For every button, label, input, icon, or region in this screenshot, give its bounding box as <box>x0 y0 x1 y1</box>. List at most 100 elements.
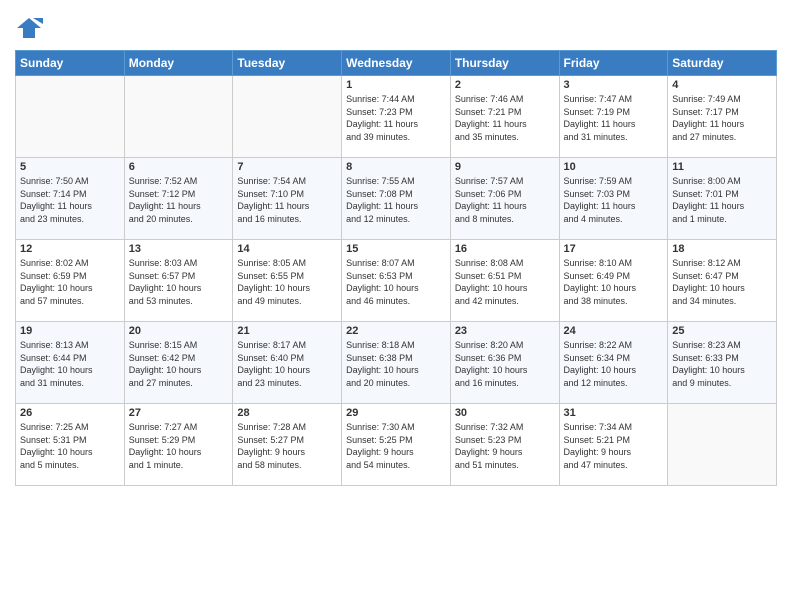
day-info: Sunrise: 8:15 AM Sunset: 6:42 PM Dayligh… <box>129 339 229 389</box>
day-info: Sunrise: 8:02 AM Sunset: 6:59 PM Dayligh… <box>20 257 120 307</box>
calendar-cell: 7 Sunrise: 7:54 AM Sunset: 7:10 PM Daylig… <box>233 158 342 240</box>
day-number: 20 <box>129 325 229 337</box>
col-monday: Monday <box>124 51 233 76</box>
day-info: Sunrise: 8:17 AM Sunset: 6:40 PM Dayligh… <box>237 339 337 389</box>
calendar-cell <box>233 76 342 158</box>
day-info: Sunrise: 8:22 AM Sunset: 6:34 PM Dayligh… <box>564 339 664 389</box>
day-number: 1 <box>346 79 446 91</box>
calendar-cell: 29Sunrise: 7:30 AM Sunset: 5:25 PM Dayli… <box>342 404 451 486</box>
calendar-cell: 15Sunrise: 8:07 AM Sunset: 6:53 PM Dayli… <box>342 240 451 322</box>
day-number: 17 <box>564 243 664 255</box>
calendar-cell: 2Sunrise: 7:46 AM Sunset: 7:21 PM Daylig… <box>450 76 559 158</box>
day-number: 9 <box>455 161 555 173</box>
col-friday: Friday <box>559 51 668 76</box>
day-info: Sunrise: 8:05 AM Sunset: 6:55 PM Dayligh… <box>237 257 337 307</box>
calendar-week-row: 12 Sunrise: 8:02 AM Sunset: 6:59 PM Dayli… <box>16 240 777 322</box>
calendar-cell: 18 Sunrise: 8:12 AM Sunset: 6:47 PM Dayli… <box>668 240 777 322</box>
day-number: 25 <box>672 325 772 337</box>
col-thursday: Thursday <box>450 51 559 76</box>
logo-icon <box>15 14 43 42</box>
day-number: 27 <box>129 407 229 419</box>
calendar-cell: 14Sunrise: 8:05 AM Sunset: 6:55 PM Dayli… <box>233 240 342 322</box>
calendar-cell: 10Sunrise: 7:59 AM Sunset: 7:03 PM Dayli… <box>559 158 668 240</box>
day-info: Sunrise: 7:44 AM Sunset: 7:23 PM Dayligh… <box>346 93 446 143</box>
calendar-header-row: Sunday Monday Tuesday Wednesday Thursday… <box>16 51 777 76</box>
calendar-cell: 20 Sunrise: 8:15 AM Sunset: 6:42 PM Dayli… <box>124 322 233 404</box>
day-number: 15 <box>346 243 446 255</box>
day-info: Sunrise: 8:10 AM Sunset: 6:49 PM Dayligh… <box>564 257 664 307</box>
day-info: Sunrise: 7:57 AM Sunset: 7:06 PM Dayligh… <box>455 175 555 225</box>
calendar-cell: 31 Sunrise: 7:34 AM Sunset: 5:21 PM Dayli… <box>559 404 668 486</box>
day-number: 4 <box>672 79 772 91</box>
calendar-cell <box>668 404 777 486</box>
day-number: 5 <box>20 161 120 173</box>
day-info: Sunrise: 7:28 AM Sunset: 5:27 PM Dayligh… <box>237 421 337 471</box>
calendar-cell: 8Sunrise: 7:55 AM Sunset: 7:08 PM Daylig… <box>342 158 451 240</box>
calendar-cell: 1 Sunrise: 7:44 AM Sunset: 7:23 PM Daylig… <box>342 76 451 158</box>
day-number: 24 <box>564 325 664 337</box>
day-info: Sunrise: 7:50 AM Sunset: 7:14 PM Dayligh… <box>20 175 120 225</box>
day-info: Sunrise: 8:12 AM Sunset: 6:47 PM Dayligh… <box>672 257 772 307</box>
day-info: Sunrise: 8:00 AM Sunset: 7:01 PM Dayligh… <box>672 175 772 225</box>
day-info: Sunrise: 7:25 AM Sunset: 5:31 PM Dayligh… <box>20 421 120 471</box>
calendar-table: Sunday Monday Tuesday Wednesday Thursday… <box>15 50 777 486</box>
day-info: Sunrise: 7:59 AM Sunset: 7:03 PM Dayligh… <box>564 175 664 225</box>
day-number: 7 <box>237 161 337 173</box>
day-info: Sunrise: 7:49 AM Sunset: 7:17 PM Dayligh… <box>672 93 772 143</box>
day-info: Sunrise: 7:32 AM Sunset: 5:23 PM Dayligh… <box>455 421 555 471</box>
day-number: 26 <box>20 407 120 419</box>
day-number: 11 <box>672 161 772 173</box>
day-info: Sunrise: 8:08 AM Sunset: 6:51 PM Dayligh… <box>455 257 555 307</box>
calendar-cell: 21 Sunrise: 8:17 AM Sunset: 6:40 PM Dayli… <box>233 322 342 404</box>
day-info: Sunrise: 8:23 AM Sunset: 6:33 PM Dayligh… <box>672 339 772 389</box>
calendar-cell: 23 Sunrise: 8:20 AM Sunset: 6:36 PM Dayli… <box>450 322 559 404</box>
day-number: 21 <box>237 325 337 337</box>
day-number: 28 <box>237 407 337 419</box>
col-saturday: Saturday <box>668 51 777 76</box>
day-info: Sunrise: 7:47 AM Sunset: 7:19 PM Dayligh… <box>564 93 664 143</box>
day-number: 6 <box>129 161 229 173</box>
day-number: 13 <box>129 243 229 255</box>
col-sunday: Sunday <box>16 51 125 76</box>
day-number: 12 <box>20 243 120 255</box>
calendar-cell <box>16 76 125 158</box>
logo <box>15 14 45 42</box>
calendar-week-row: 1 Sunrise: 7:44 AM Sunset: 7:23 PM Daylig… <box>16 76 777 158</box>
calendar-cell: 17 Sunrise: 8:10 AM Sunset: 6:49 PM Dayli… <box>559 240 668 322</box>
day-info: Sunrise: 7:27 AM Sunset: 5:29 PM Dayligh… <box>129 421 229 471</box>
calendar-cell: 26 Sunrise: 7:25 AM Sunset: 5:31 PM Dayli… <box>16 404 125 486</box>
day-info: Sunrise: 8:03 AM Sunset: 6:57 PM Dayligh… <box>129 257 229 307</box>
calendar-cell: 24 Sunrise: 8:22 AM Sunset: 6:34 PM Dayli… <box>559 322 668 404</box>
day-info: Sunrise: 8:13 AM Sunset: 6:44 PM Dayligh… <box>20 339 120 389</box>
day-number: 8 <box>346 161 446 173</box>
calendar-week-row: 19 Sunrise: 8:13 AM Sunset: 6:44 PM Dayli… <box>16 322 777 404</box>
day-number: 31 <box>564 407 664 419</box>
calendar-cell: 4 Sunrise: 7:49 AM Sunset: 7:17 PM Daylig… <box>668 76 777 158</box>
day-number: 18 <box>672 243 772 255</box>
calendar-cell <box>124 76 233 158</box>
calendar-cell: 6 Sunrise: 7:52 AM Sunset: 7:12 PM Daylig… <box>124 158 233 240</box>
day-info: Sunrise: 8:18 AM Sunset: 6:38 PM Dayligh… <box>346 339 446 389</box>
day-number: 16 <box>455 243 555 255</box>
day-number: 29 <box>346 407 446 419</box>
calendar-cell: 28 Sunrise: 7:28 AM Sunset: 5:27 PM Dayli… <box>233 404 342 486</box>
day-number: 22 <box>346 325 446 337</box>
calendar-cell: 30 Sunrise: 7:32 AM Sunset: 5:23 PM Dayli… <box>450 404 559 486</box>
day-info: Sunrise: 7:34 AM Sunset: 5:21 PM Dayligh… <box>564 421 664 471</box>
calendar-cell: 9 Sunrise: 7:57 AM Sunset: 7:06 PM Daylig… <box>450 158 559 240</box>
col-tuesday: Tuesday <box>233 51 342 76</box>
day-number: 2 <box>455 79 555 91</box>
day-info: Sunrise: 8:20 AM Sunset: 6:36 PM Dayligh… <box>455 339 555 389</box>
calendar-cell: 12 Sunrise: 8:02 AM Sunset: 6:59 PM Dayli… <box>16 240 125 322</box>
day-number: 19 <box>20 325 120 337</box>
day-number: 23 <box>455 325 555 337</box>
calendar-cell: 22 Sunrise: 8:18 AM Sunset: 6:38 PM Dayli… <box>342 322 451 404</box>
day-info: Sunrise: 7:52 AM Sunset: 7:12 PM Dayligh… <box>129 175 229 225</box>
day-info: Sunrise: 7:54 AM Sunset: 7:10 PM Dayligh… <box>237 175 337 225</box>
day-number: 3 <box>564 79 664 91</box>
calendar-week-row: 26 Sunrise: 7:25 AM Sunset: 5:31 PM Dayli… <box>16 404 777 486</box>
calendar-cell: 11 Sunrise: 8:00 AM Sunset: 7:01 PM Dayli… <box>668 158 777 240</box>
calendar-cell: 13 Sunrise: 8:03 AM Sunset: 6:57 PM Dayli… <box>124 240 233 322</box>
day-number: 30 <box>455 407 555 419</box>
col-wednesday: Wednesday <box>342 51 451 76</box>
